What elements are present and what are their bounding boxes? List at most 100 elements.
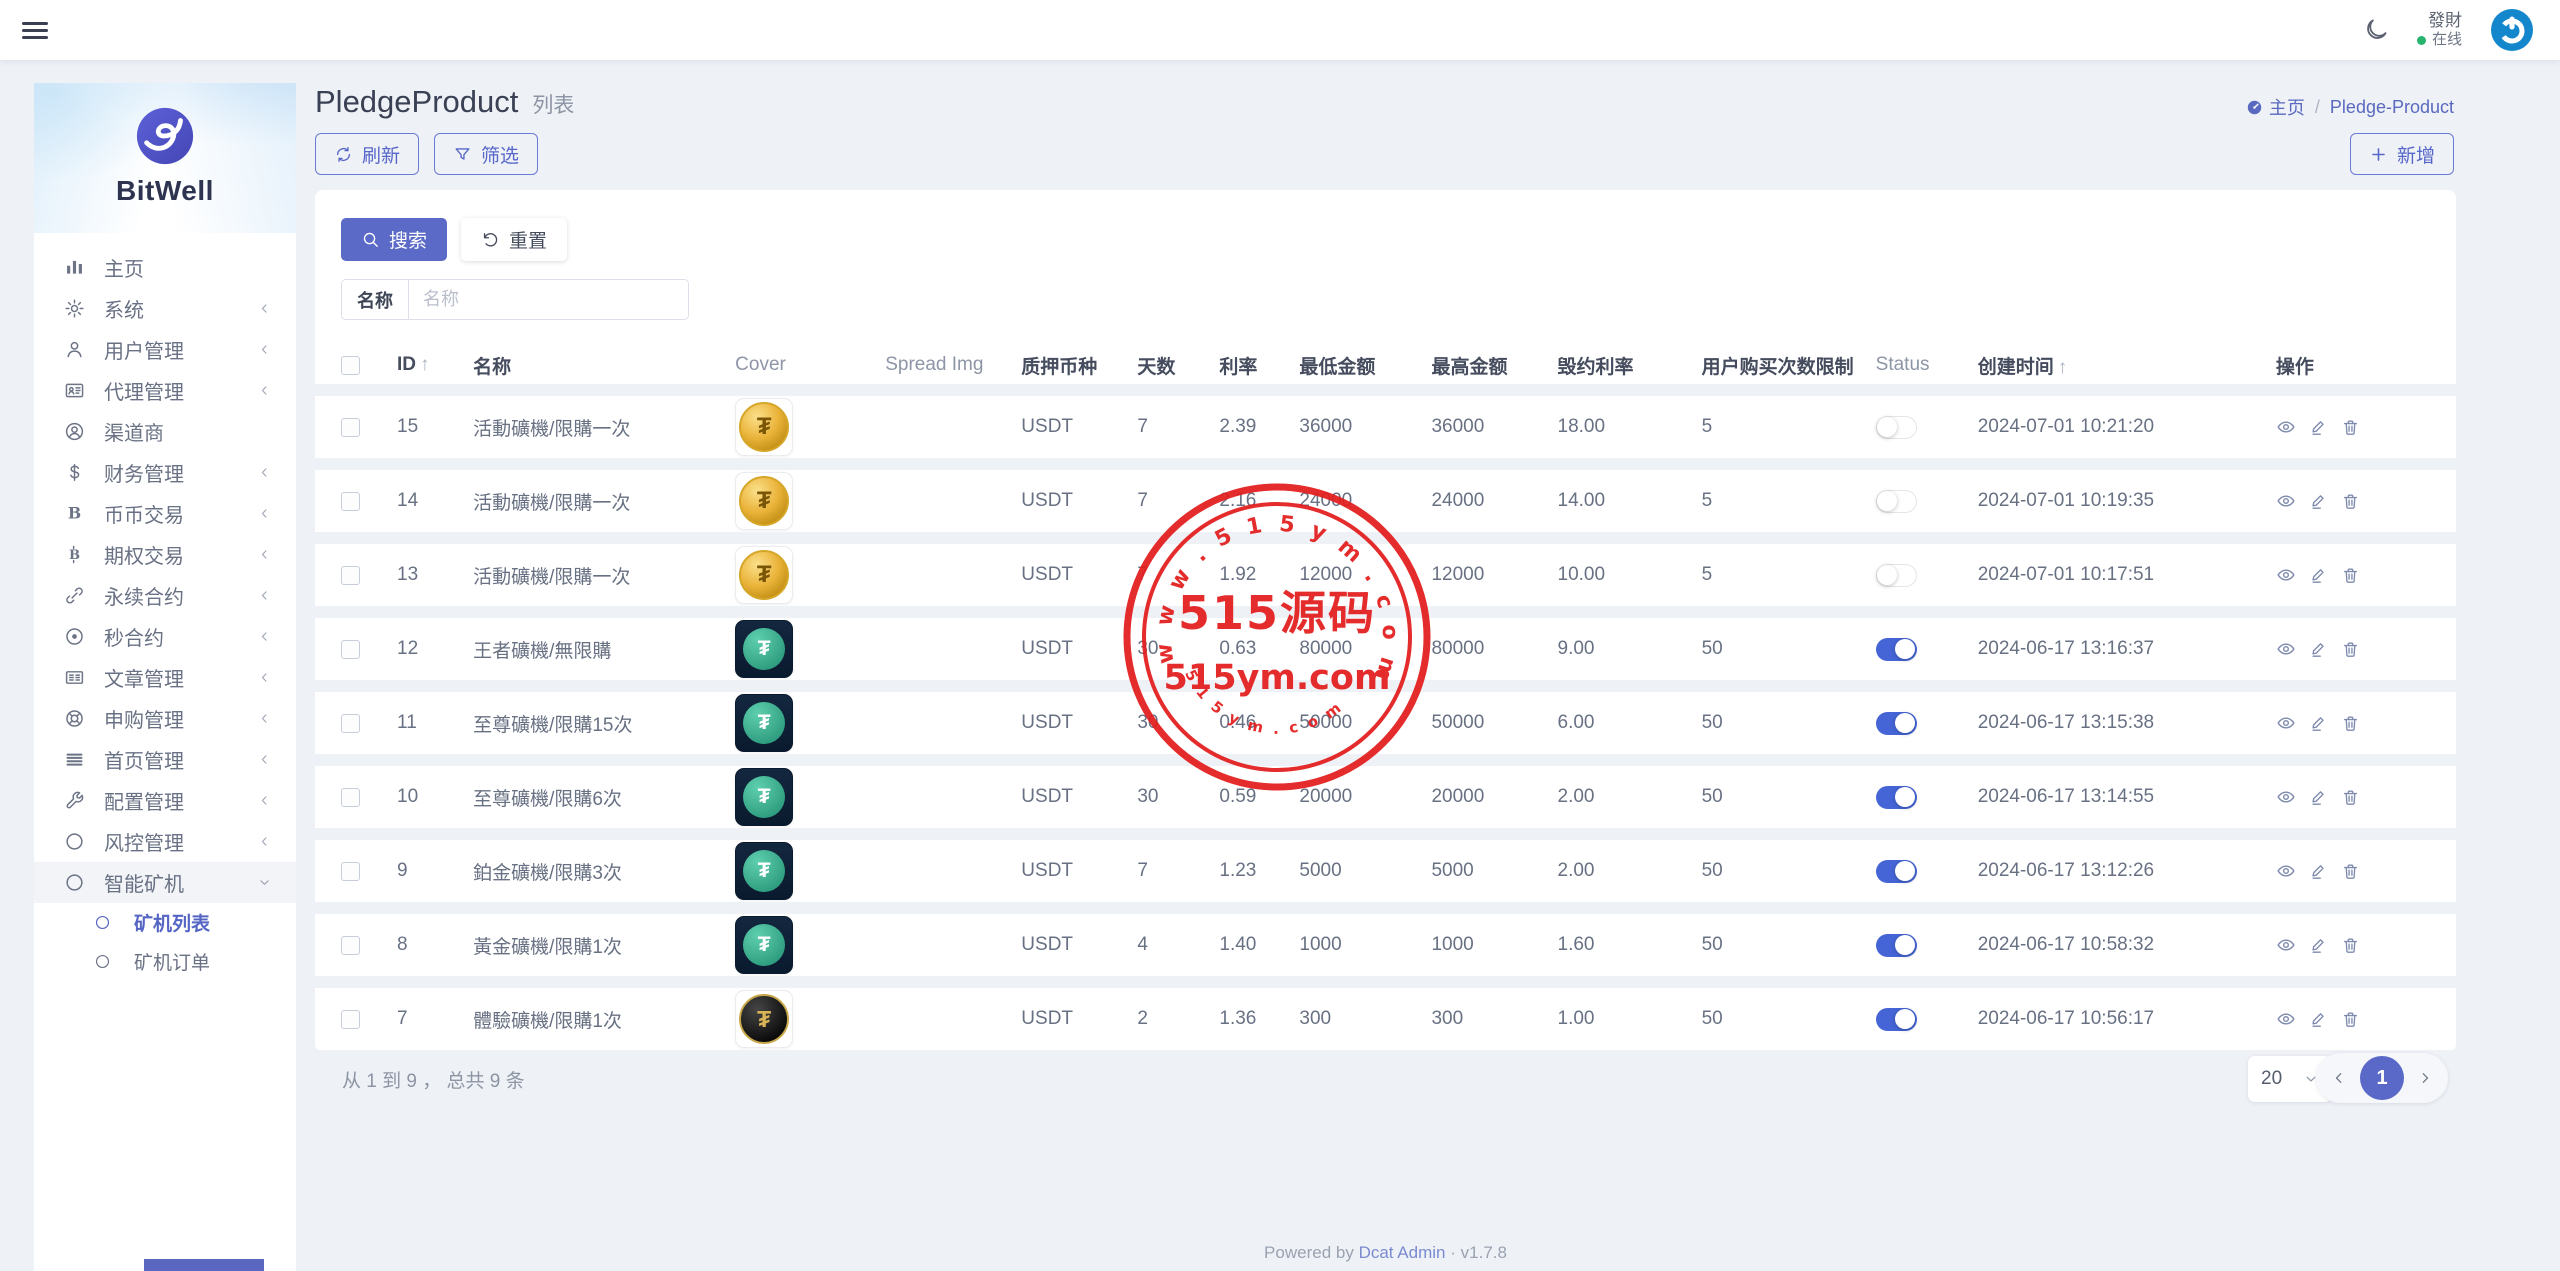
next-page-button[interactable] [2412,1069,2438,1087]
status-toggle[interactable] [1876,416,1917,439]
edit-icon[interactable] [2309,936,2328,955]
prev-page-button[interactable] [2326,1069,2352,1087]
status-toggle[interactable] [1876,712,1917,735]
sidebar-item[interactable]: 秒合约 [34,616,296,657]
row-checkbox[interactable] [341,936,360,955]
status-toggle[interactable] [1876,490,1917,513]
delete-icon[interactable] [2341,788,2360,807]
delete-icon[interactable] [2341,566,2360,585]
view-icon[interactable] [2276,861,2296,881]
sidebar-item[interactable]: 智能矿机 [34,862,296,903]
sidebar-item-label: 申购管理 [104,704,184,733]
column-header[interactable]: ID↑ [393,346,469,390]
search-reset-button[interactable]: 重置 [461,218,567,261]
cell-days: 7 [1133,464,1215,538]
table-row: 12王者礦機/無限購₮USDT300.6380000800009.0050202… [315,612,2456,686]
sidebar-item[interactable]: B期权交易 [34,534,296,575]
cover-image[interactable]: ₮ [735,694,793,752]
filter-button[interactable]: 筛选 [434,133,538,175]
cell-buy-limit: 50 [1698,908,1872,982]
edit-icon[interactable] [2309,714,2328,733]
delete-icon[interactable] [2341,492,2360,511]
view-icon[interactable] [2276,417,2296,437]
name-filter-input[interactable] [409,280,688,319]
sidebar-item[interactable]: 用户管理 [34,329,296,370]
sidebar-item[interactable]: 主页 [34,247,296,288]
status-toggle[interactable] [1876,1008,1917,1031]
view-icon[interactable] [2276,713,2296,733]
column-header[interactable]: 创建时间↑ [1974,346,2272,390]
delete-icon[interactable] [2341,640,2360,659]
cell-days: 7 [1133,834,1215,908]
cover-image[interactable]: ₮ [735,842,793,900]
row-checkbox[interactable] [341,566,360,585]
row-checkbox[interactable] [341,788,360,807]
sidebar-item[interactable]: B币币交易 [34,493,296,534]
delete-icon[interactable] [2341,1010,2360,1029]
sidebar-item[interactable]: 首页管理 [34,739,296,780]
edit-icon[interactable] [2309,640,2328,659]
row-checkbox[interactable] [341,714,360,733]
status-toggle[interactable] [1876,860,1917,883]
status-toggle[interactable] [1876,638,1917,661]
cover-image[interactable]: ₮ [735,472,793,530]
edit-icon[interactable] [2309,566,2328,585]
cover-image[interactable]: ₮ [735,398,793,456]
sidebar-item[interactable]: 系统 [34,288,296,329]
cover-image[interactable]: ₮ [735,990,793,1048]
dcat-admin-link[interactable]: Dcat Admin [1359,1243,1446,1262]
edit-icon[interactable] [2309,788,2328,807]
user-menu[interactable]: 發財 在线 [2417,10,2462,50]
sidebar-toggle-icon[interactable] [22,18,48,42]
sidebar-item-label: 期权交易 [104,540,184,569]
sidebar-item[interactable]: 申购管理 [34,698,296,739]
row-checkbox[interactable] [341,862,360,881]
chevron-left-icon [257,547,272,562]
chevron-left-icon [257,506,272,521]
view-icon[interactable] [2276,1009,2296,1029]
view-icon[interactable] [2276,935,2296,955]
sidebar-item[interactable]: 文章管理 [34,657,296,698]
sidebar-item[interactable]: 代理管理 [34,370,296,411]
chart-bar-icon [64,257,88,278]
current-page-button[interactable]: 1 [2360,1056,2404,1100]
sidebar-subitem[interactable]: 矿机订单 [34,942,296,981]
cover-image[interactable]: ₮ [735,916,793,974]
sidebar-item[interactable]: 风控管理 [34,821,296,862]
search-submit-button[interactable]: 搜索 [341,218,447,261]
sidebar-item[interactable]: 财务管理 [34,452,296,493]
delete-icon[interactable] [2341,714,2360,733]
row-checkbox[interactable] [341,1010,360,1029]
cover-image[interactable]: ₮ [735,768,793,826]
sidebar-item[interactable]: 配置管理 [34,780,296,821]
sidebar-item[interactable]: 永续合约 [34,575,296,616]
sidebar-item[interactable]: 渠道商 [34,411,296,452]
edit-icon[interactable] [2309,418,2328,437]
avatar[interactable] [2490,8,2534,52]
status-toggle[interactable] [1876,934,1917,957]
sidebar-subitem[interactable]: 矿机列表 [34,903,296,942]
row-checkbox[interactable] [341,492,360,511]
breadcrumb-home-link[interactable]: 主页 [2246,94,2305,120]
view-icon[interactable] [2276,787,2296,807]
status-toggle[interactable] [1876,564,1917,587]
dark-mode-icon[interactable] [2363,17,2389,43]
delete-icon[interactable] [2341,936,2360,955]
view-icon[interactable] [2276,565,2296,585]
refresh-button[interactable]: 刷新 [315,133,419,175]
row-checkbox[interactable] [341,418,360,437]
edit-icon[interactable] [2309,862,2328,881]
cell-buy-limit: 50 [1698,612,1872,686]
delete-icon[interactable] [2341,418,2360,437]
delete-icon[interactable] [2341,862,2360,881]
edit-icon[interactable] [2309,492,2328,511]
select-all-checkbox[interactable] [341,356,360,375]
cover-image[interactable]: ₮ [735,620,793,678]
edit-icon[interactable] [2309,1010,2328,1029]
view-icon[interactable] [2276,491,2296,511]
status-toggle[interactable] [1876,786,1917,809]
row-checkbox[interactable] [341,640,360,659]
add-button[interactable]: 新增 [2350,133,2454,175]
cover-image[interactable]: ₮ [735,546,793,604]
view-icon[interactable] [2276,639,2296,659]
